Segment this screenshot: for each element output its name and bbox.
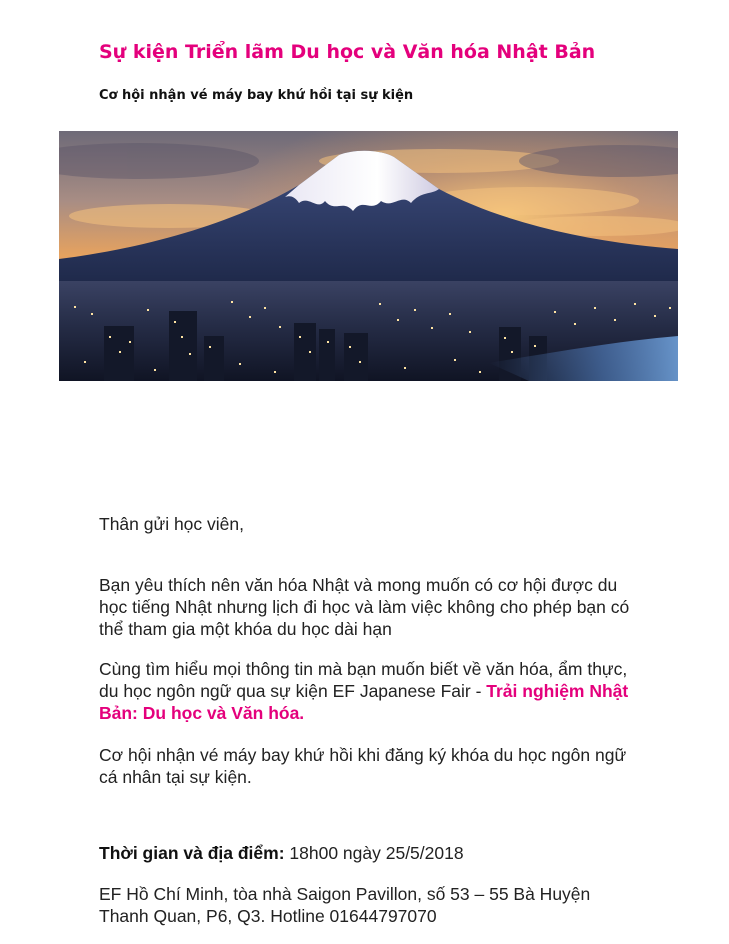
time-location: Thời gian và địa điểm: 18h00 ngày 25/5/2… xyxy=(99,842,639,864)
paragraph-offer: Cơ hội nhận vé máy bay khứ hồi khi đăng … xyxy=(99,745,627,787)
paragraph-intro: Bạn yêu thích nên văn hóa Nhật và mong m… xyxy=(99,575,630,639)
address: EF Hồ Chí Minh, tòa nhà Saigon Pavillon,… xyxy=(99,884,591,926)
greeting: Thân gửi học viên, xyxy=(99,514,244,534)
time-location-label: Thời gian và địa điểm: xyxy=(99,843,285,863)
paragraph-event: Cùng tìm hiểu mọi thông tin mà bạn muốn … xyxy=(99,658,639,724)
email-title: Sự kiện Triển lãm Du học và Văn hóa Nhật… xyxy=(99,41,596,63)
hero-image xyxy=(59,131,678,381)
time-location-value: 18h00 ngày 25/5/2018 xyxy=(284,843,464,863)
email-subtitle: Cơ hội nhận vé máy bay khứ hồi tại sự ki… xyxy=(99,88,414,103)
